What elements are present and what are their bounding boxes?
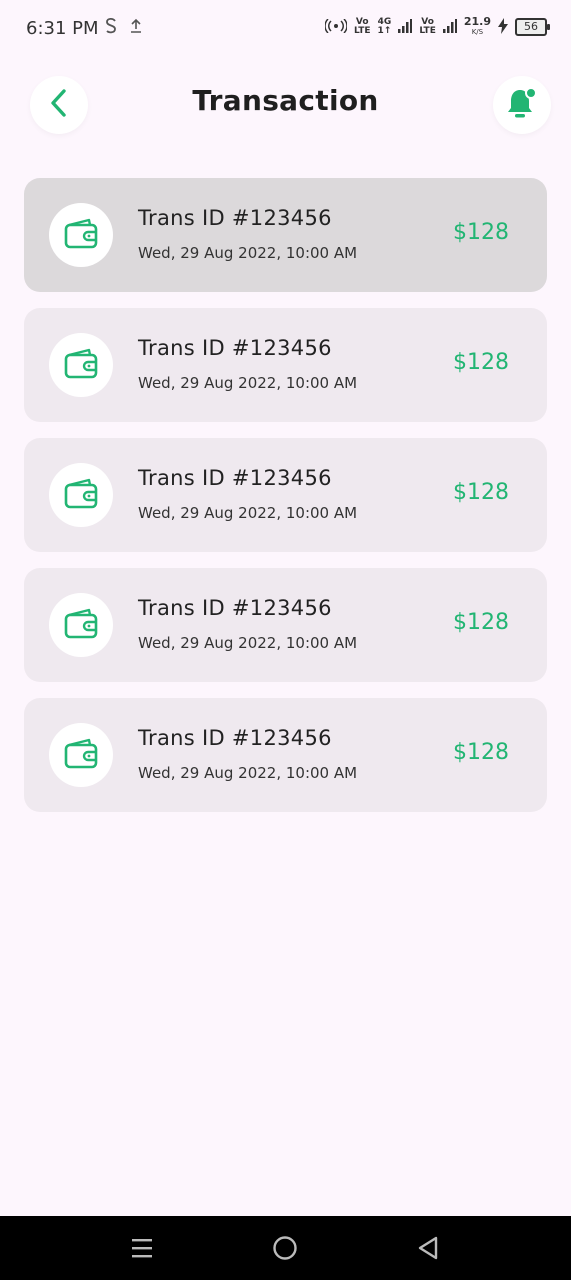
wallet-icon bbox=[64, 607, 98, 643]
wallet-icon-container bbox=[49, 203, 113, 267]
wallet-icon-container bbox=[49, 593, 113, 657]
transaction-amount: $128 bbox=[453, 480, 509, 505]
hotspot-icon bbox=[324, 17, 348, 36]
transaction-item[interactable]: Trans ID #123456 Wed, 29 Aug 2022, 10:00… bbox=[24, 438, 547, 552]
status-notification-icons bbox=[104, 17, 142, 39]
transaction-id: Trans ID #123456 bbox=[138, 466, 332, 490]
status-bar: 6:31 PM Vo LTE 4G 1↑ Vo LTE 21.9 K/S 56 bbox=[0, 0, 571, 58]
transaction-item[interactable]: Trans ID #123456 Wed, 29 Aug 2022, 10:00… bbox=[24, 308, 547, 422]
wallet-icon-container bbox=[49, 463, 113, 527]
volte-badge-1: Vo LTE bbox=[353, 17, 371, 36]
charging-icon bbox=[498, 17, 508, 37]
transaction-date: Wed, 29 Aug 2022, 10:00 AM bbox=[138, 374, 358, 392]
home-icon[interactable] bbox=[269, 1232, 301, 1264]
transaction-item[interactable]: Trans ID #123456 Wed, 29 Aug 2022, 10:00… bbox=[24, 698, 547, 812]
status-time: 6:31 PM bbox=[26, 18, 99, 39]
transaction-date: Wed, 29 Aug 2022, 10:00 AM bbox=[138, 634, 358, 652]
battery-icon: 56 bbox=[515, 18, 550, 36]
transaction-list: Trans ID #123456 Wed, 29 Aug 2022, 10:00… bbox=[24, 178, 547, 828]
wallet-icon-container bbox=[49, 333, 113, 397]
app-header: Transaction bbox=[0, 58, 571, 158]
transaction-item[interactable]: Trans ID #123456 Wed, 29 Aug 2022, 10:00… bbox=[24, 568, 547, 682]
network-4g-badge: 4G 1↑ bbox=[377, 17, 392, 36]
transaction-id: Trans ID #123456 bbox=[138, 336, 332, 360]
upload-icon bbox=[130, 18, 142, 38]
transaction-date: Wed, 29 Aug 2022, 10:00 AM bbox=[138, 764, 358, 782]
transaction-id: Trans ID #123456 bbox=[138, 206, 332, 230]
system-navigation-bar bbox=[0, 1216, 571, 1280]
wallet-icon bbox=[64, 217, 98, 253]
wallet-icon-container bbox=[49, 723, 113, 787]
transaction-amount: $128 bbox=[453, 740, 509, 765]
page-title: Transaction bbox=[192, 84, 379, 117]
status-system-icons: Vo LTE 4G 1↑ Vo LTE 21.9 K/S 56 bbox=[324, 15, 550, 37]
transaction-amount: $128 bbox=[453, 610, 509, 635]
volte-badge-2: Vo LTE bbox=[419, 17, 436, 36]
sync-icon bbox=[104, 17, 118, 39]
transaction-date: Wed, 29 Aug 2022, 10:00 AM bbox=[138, 244, 358, 262]
transaction-id: Trans ID #123456 bbox=[138, 596, 332, 620]
wallet-icon bbox=[64, 737, 98, 773]
network-speed: 21.9 K/S bbox=[463, 15, 491, 36]
wallet-icon bbox=[64, 477, 98, 513]
transaction-amount: $128 bbox=[453, 220, 509, 245]
back-triangle-icon[interactable] bbox=[412, 1232, 444, 1264]
notifications-button[interactable] bbox=[493, 76, 551, 134]
signal-icon-2 bbox=[442, 18, 457, 36]
transaction-id: Trans ID #123456 bbox=[138, 726, 332, 750]
wallet-icon bbox=[64, 347, 98, 383]
bell-icon bbox=[506, 86, 538, 124]
signal-icon-1 bbox=[398, 18, 413, 36]
transaction-item[interactable]: Trans ID #123456 Wed, 29 Aug 2022, 10:00… bbox=[24, 178, 547, 292]
transaction-date: Wed, 29 Aug 2022, 10:00 AM bbox=[138, 504, 358, 522]
transaction-amount: $128 bbox=[453, 350, 509, 375]
menu-icon[interactable] bbox=[126, 1232, 158, 1264]
